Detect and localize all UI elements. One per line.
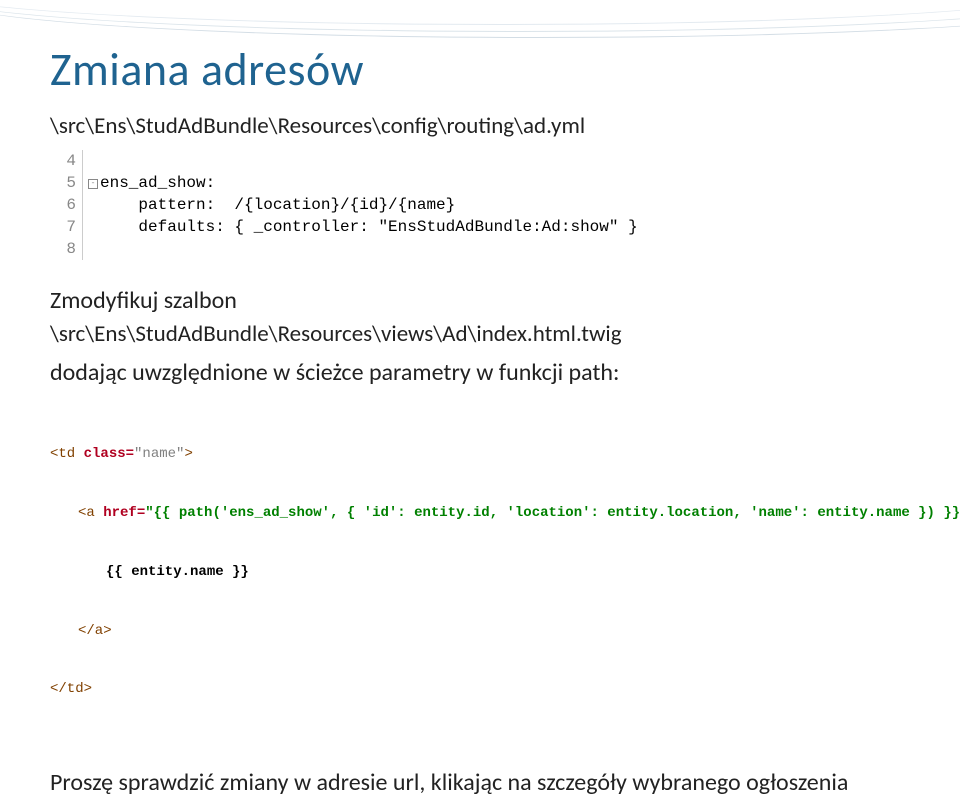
code-text: defaults: { _controller: "EnsStudAdBundl… — [100, 218, 910, 236]
code-line: <a href="{{ path('ens_ad_show', { 'id': … — [50, 504, 910, 524]
code-line: </a> — [50, 622, 910, 642]
slide-title: Zmiana adresów — [50, 42, 910, 98]
code-text: ens_ad_show: — [100, 174, 910, 192]
code-row: 5 - ens_ad_show: — [52, 172, 910, 194]
modify-template-heading: Zmodyfikuj szalbon — [50, 286, 910, 316]
code-text: pattern: /{location}/{id}/{name} — [100, 196, 910, 214]
bottom-note: Proszę sprawdzić zmiany w adresie url, k… — [50, 767, 910, 798]
line-number: 6 — [52, 196, 82, 214]
code-line: </td> — [50, 680, 910, 700]
line-number: 5 — [52, 174, 82, 192]
code-line: {{ entity.name }} — [50, 563, 910, 583]
line-number: 7 — [52, 218, 82, 236]
adding-params-label: dodając uwzględnione w ścieżce parametry… — [50, 358, 910, 388]
code-line: <td class="name"> — [50, 445, 910, 465]
line-number: 4 — [52, 152, 82, 170]
code-row: 4 — [52, 150, 910, 172]
twig-code-block: <td class="name"> <a href="{{ path('ens_… — [50, 406, 910, 739]
yaml-code-block: 4 5 - ens_ad_show: 6 pattern: /{location… — [50, 150, 910, 260]
code-row: 7 defaults: { _controller: "EnsStudAdBun… — [52, 216, 910, 238]
slide: Zmiana adresów \src\Ens\StudAdBundle\Res… — [0, 0, 960, 720]
fold-toggle-icon: - — [88, 178, 100, 189]
twig-path: \src\Ens\StudAdBundle\Resources\views\Ad… — [50, 320, 910, 348]
line-number: 8 — [52, 240, 82, 258]
code-row: 8 — [52, 238, 910, 260]
yaml-path: \src\Ens\StudAdBundle\Resources\config\r… — [50, 112, 910, 140]
code-row: 6 pattern: /{location}/{id}/{name} — [52, 194, 910, 216]
